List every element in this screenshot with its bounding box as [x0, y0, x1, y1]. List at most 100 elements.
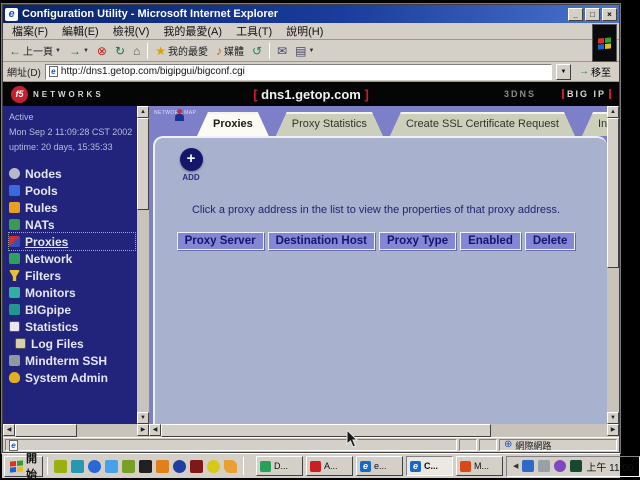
sidebar-item-pools[interactable]: Pools — [9, 182, 135, 199]
sidebar-item-statistics[interactable]: Statistics — [9, 318, 135, 335]
sidebar-item-filters[interactable]: Filters — [9, 267, 135, 284]
menu-help[interactable]: 說明(H) — [279, 22, 330, 40]
go-button[interactable]: → 移至 — [575, 63, 615, 81]
scroll-right-icon[interactable]: ▶ — [607, 424, 619, 436]
sidebar-item-nodes[interactable]: Nodes — [9, 165, 135, 182]
task-button-5[interactable]: M... — [456, 456, 503, 476]
sidebar-item-monitors[interactable]: Monitors — [9, 284, 135, 301]
maximize-button[interactable]: □ — [585, 8, 600, 21]
column-header-destination-host[interactable]: Destination Host — [268, 232, 375, 250]
scroll-left-icon[interactable]: ◀ — [3, 424, 15, 436]
column-header-delete[interactable]: Delete — [525, 232, 576, 250]
quicklaunch-icon[interactable] — [122, 460, 135, 473]
scroll-down-icon[interactable]: ▼ — [137, 412, 149, 424]
sidebar-item-nats[interactable]: NATs — [9, 216, 135, 233]
task-button-configuration-utility[interactable]: eC... — [406, 456, 453, 476]
quicklaunch-icon[interactable] — [71, 460, 84, 473]
tray-collapse-icon[interactable]: ◀ — [513, 462, 518, 470]
add-proxy-button[interactable]: + ADD — [171, 148, 211, 182]
forward-button[interactable]: → ▼ — [66, 41, 92, 61]
scrollbar-track[interactable] — [77, 424, 137, 437]
tab-proxy-statistics[interactable]: Proxy Statistics — [276, 112, 383, 136]
clock[interactable]: 上午 11:00 — [586, 459, 633, 474]
task-button-2[interactable]: A... — [306, 456, 353, 476]
mouse-cursor — [346, 430, 358, 448]
task-button-1[interactable]: D... — [256, 456, 303, 476]
menu-favorites[interactable]: 我的最愛(A) — [156, 22, 229, 40]
scroll-up-icon[interactable]: ▲ — [137, 106, 149, 118]
menu-file[interactable]: 檔案(F) — [5, 22, 55, 40]
sidebar-item-log-files[interactable]: Log Files — [9, 335, 135, 352]
sidebar-item-network[interactable]: Network — [9, 250, 135, 267]
sidebar-item-mindterm-ssh[interactable]: Mindterm SSH — [9, 352, 135, 369]
scroll-left-icon[interactable]: ◀ — [149, 424, 161, 436]
quicklaunch-icon[interactable] — [190, 460, 203, 473]
tab-create-ssl-certificate-request[interactable]: Create SSL Certificate Request — [390, 112, 575, 136]
address-dropdown-button[interactable]: ▼ — [556, 64, 571, 80]
menu-view[interactable]: 檢視(V) — [106, 22, 157, 40]
main-horizontal-scrollbar[interactable]: ◀ ▶ — [149, 424, 619, 437]
quicklaunch-icon[interactable] — [88, 460, 101, 473]
menu-tools[interactable]: 工具(T) — [229, 22, 279, 40]
tray-icon[interactable] — [554, 460, 566, 472]
history-button[interactable]: ↺ — [249, 41, 265, 61]
favorites-button[interactable]: ★ 我的最愛 — [152, 41, 211, 61]
sidebar-horizontal-scrollbar[interactable]: ◀ ▶ — [3, 424, 149, 437]
scroll-down-icon[interactable]: ▼ — [607, 412, 619, 424]
forward-dropdown-icon[interactable]: ▼ — [83, 48, 89, 54]
desktop-screen: e Configuration Utility - Microsoft Inte… — [0, 0, 640, 480]
scroll-up-icon[interactable]: ▲ — [607, 106, 619, 118]
back-button[interactable]: ← 上一頁 ▼ — [6, 41, 64, 61]
scrollbar-track[interactable] — [491, 424, 607, 437]
tab-proxies[interactable]: Proxies — [197, 112, 269, 136]
mail-button[interactable]: ✉ — [274, 41, 290, 61]
column-header-proxy-type[interactable]: Proxy Type — [379, 232, 456, 250]
quicklaunch-icon[interactable] — [139, 460, 152, 473]
scroll-right-icon[interactable]: ▶ — [137, 424, 149, 436]
task-button-3[interactable]: ee... — [356, 456, 403, 476]
scrollbar-thumb[interactable] — [161, 424, 491, 437]
close-button[interactable]: × — [602, 8, 617, 21]
home-button[interactable]: ⌂ — [130, 41, 143, 61]
sidebar-vertical-scrollbar[interactable]: ▲ ▼ — [137, 106, 149, 424]
refresh-button[interactable]: ↻ — [112, 41, 128, 61]
back-dropdown-icon[interactable]: ▼ — [55, 48, 61, 54]
quicklaunch-icon[interactable] — [105, 460, 118, 473]
scrollbar-thumb[interactable] — [607, 118, 619, 268]
column-header-proxy-server[interactable]: Proxy Server — [177, 232, 264, 250]
quicklaunch-icon[interactable] — [207, 460, 220, 473]
main-vertical-scrollbar[interactable]: ▲ ▼ — [607, 106, 619, 424]
quicklaunch-icon[interactable] — [54, 460, 67, 473]
menu-edit[interactable]: 編輯(E) — [55, 22, 106, 40]
sidebar-item-rules[interactable]: Rules — [9, 199, 135, 216]
sidebar-item-proxies[interactable]: Proxies — [9, 233, 135, 250]
back-label: 上一頁 — [23, 43, 53, 58]
scrollbar-track[interactable] — [137, 210, 149, 412]
tab-install-ssl-certificate[interactable]: Install SSL Certificate — [582, 112, 607, 136]
media-button[interactable]: ♪ 媒體 — [213, 41, 247, 61]
network-map-button[interactable]: NETWORK MAP — [154, 109, 194, 116]
column-header-enabled[interactable]: Enabled — [460, 232, 521, 250]
sidebar-item-system-admin[interactable]: System Admin — [9, 369, 135, 386]
scrollbar-thumb[interactable] — [137, 118, 149, 210]
title-bar[interactable]: e Configuration Utility - Microsoft Inte… — [3, 5, 619, 23]
address-url[interactable]: http://dns1.getop.com/bigipgui/bigconf.c… — [61, 66, 245, 77]
address-input[interactable]: e http://dns1.getop.com/bigipgui/bigconf… — [45, 64, 552, 80]
scrollbar-track[interactable] — [607, 268, 619, 412]
sidebar-item-label: Monitors — [25, 286, 76, 300]
print-dropdown-icon[interactable]: ▼ — [309, 48, 315, 54]
sidebar-item-bigpipe[interactable]: BIGpipe — [9, 301, 135, 318]
print-button[interactable]: ▤ ▼ — [292, 41, 317, 61]
bracket-right: ] — [364, 87, 368, 102]
scrollbar-thumb[interactable] — [15, 424, 77, 437]
tray-icon[interactable] — [522, 460, 534, 472]
tray-icon[interactable] — [538, 460, 550, 472]
quicklaunch-icon[interactable] — [173, 460, 186, 473]
start-button[interactable]: 開始 — [4, 456, 43, 477]
quicklaunch-icon[interactable] — [156, 460, 169, 473]
stop-button[interactable]: ⊗ — [94, 41, 110, 61]
address-bar: 網址(D) e http://dns1.getop.com/bigipgui/b… — [3, 62, 619, 82]
tray-icon[interactable] — [570, 460, 582, 472]
quicklaunch-icon[interactable] — [224, 460, 237, 473]
minimize-button[interactable]: _ — [568, 8, 583, 21]
